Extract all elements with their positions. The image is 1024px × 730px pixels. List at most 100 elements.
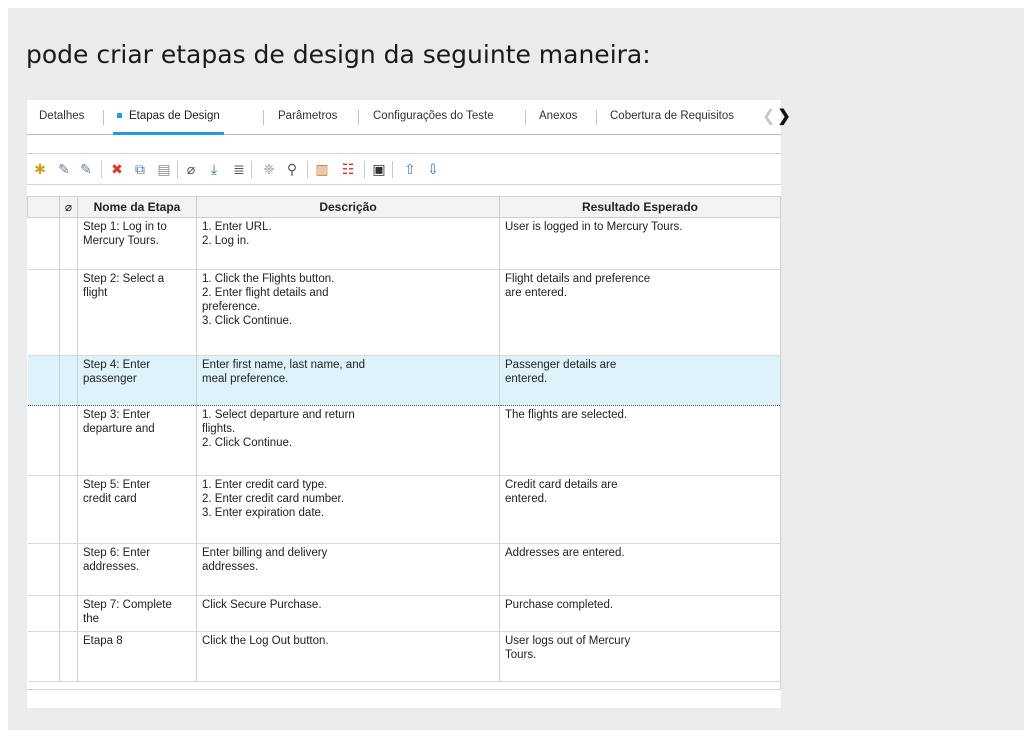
description-cell[interactable]: 1. Enter credit card type. 2. Enter cred…: [196, 475, 500, 544]
tab-requirements-coverage[interactable]: Cobertura de Requisitos: [610, 100, 734, 134]
description-cell[interactable]: 1. Enter URL. 2. Log in.: [196, 217, 500, 270]
column-header-step-name[interactable]: Nome da Etapa: [77, 197, 197, 218]
step-name-cell[interactable]: Step 7: Complete the: [77, 595, 197, 632]
attachment-cell[interactable]: [59, 475, 78, 544]
page-heading: pode criar etapas de design da seguinte …: [26, 40, 651, 69]
toolbar-separator: [177, 161, 178, 178]
step-name-cell[interactable]: Step 2: Select a flight: [77, 269, 197, 356]
scroll-tabs-right-icon[interactable]: ❯: [777, 108, 790, 125]
generate-script-icon[interactable]: ❈: [259, 159, 279, 179]
table-row[interactable]: Step 5: Enter credit card 1. Enter credit…: [27, 475, 781, 544]
attachment-cell[interactable]: [59, 355, 78, 406]
table-row[interactable]: Step 2: Select a flight 1. Click the Flig…: [27, 269, 781, 356]
attachment-cell[interactable]: [59, 631, 78, 682]
test-plan-window: Detalhes Etapas de Design Parâmetros Con…: [27, 100, 791, 708]
step-name-cell[interactable]: Step 1: Log in to Mercury Tours.: [77, 217, 197, 270]
content-panel: pode criar etapas de design da seguinte …: [8, 8, 1024, 730]
tab-details[interactable]: Detalhes: [39, 100, 84, 134]
expected-result-cell[interactable]: User is logged in to Mercury Tours.: [499, 217, 781, 270]
tab-parameters[interactable]: Parâmetros: [278, 100, 337, 134]
column-header-expected-result[interactable]: Resultado Esperado: [499, 197, 781, 218]
tab-label: Configurações do Teste: [373, 110, 494, 122]
attachment-column-header-icon[interactable]: ⌀: [59, 197, 78, 218]
table-row[interactable]: Step 4: Enter passenger Enter first name,…: [27, 355, 781, 406]
expected-result-cell[interactable]: Flight details and preference are entere…: [499, 269, 781, 356]
toolbar-separator: [364, 161, 365, 178]
row-selector-header: [27, 197, 60, 218]
tab-label: Etapas de Design: [129, 110, 220, 122]
tab-scroll-arrows: ❮ ❯: [762, 109, 791, 125]
description-cell[interactable]: 1. Select departure and return flights. …: [196, 405, 500, 476]
expected-result-cell[interactable]: Addresses are entered.: [499, 543, 781, 596]
description-cell[interactable]: Enter first name, last name, and meal pr…: [196, 355, 500, 406]
step-name-cell[interactable]: Step 3: Enter departure and: [77, 405, 197, 476]
row-selector[interactable]: [27, 595, 60, 632]
table-row[interactable]: Step 1: Log in to Mercury Tours. 1. Enter…: [27, 217, 781, 270]
delete-icon[interactable]: ✖: [107, 159, 127, 179]
paste-icon[interactable]: ▤: [154, 159, 174, 179]
scroll-tabs-left-icon[interactable]: ❮: [762, 108, 775, 125]
table-row[interactable]: Etapa 8 Click the Log Out button. User log…: [27, 631, 781, 682]
tab-divider: [596, 110, 597, 125]
tab-label: Cobertura de Requisitos: [610, 110, 735, 122]
call-to-test-icon[interactable]: ⤓: [204, 159, 224, 179]
row-selector[interactable]: [27, 355, 60, 406]
table-row[interactable]: Step 3: Enter departure and 1. Select dep…: [27, 405, 781, 476]
tab-strip: Detalhes Etapas de Design Parâmetros Con…: [27, 100, 791, 135]
attachment-cell[interactable]: [59, 405, 78, 476]
attachment-cell[interactable]: [59, 543, 78, 596]
edit-step-icon[interactable]: ✎: [54, 159, 74, 179]
tab-test-configurations[interactable]: Configurações do Teste: [373, 100, 494, 134]
grid-body: Step 1: Log in to Mercury Tours. 1. Enter…: [27, 217, 781, 682]
row-selector[interactable]: [27, 475, 60, 544]
expected-result-cell[interactable]: User logs out of Mercury Tours.: [499, 631, 781, 682]
table-row[interactable]: Step 6: Enter addresses. Enter billing an…: [27, 543, 781, 596]
attachment-cell[interactable]: [59, 217, 78, 270]
move-up-icon[interactable]: ⇧: [400, 159, 420, 179]
tab-design-steps[interactable]: Etapas de Design: [113, 100, 224, 135]
design-steps-toolbar: ✱ ✎ ✎ ✖ ⧉ ▤ ⌀ ⤓ ≣ ❈ ⚲ ▥ ☷ ▣ ⇧ ⇩: [27, 153, 781, 185]
set-filter-icon[interactable]: ☷: [338, 159, 358, 179]
toolbar-separator: [307, 161, 308, 178]
toolbar-separator: [101, 161, 102, 178]
step-name-cell[interactable]: Step 6: Enter addresses.: [77, 543, 197, 596]
expected-result-cell[interactable]: Purchase completed.: [499, 595, 781, 632]
toolbar-separator: [392, 161, 393, 178]
attachment-cell[interactable]: [59, 595, 78, 632]
tab-label: Anexos: [539, 110, 578, 122]
expected-result-cell[interactable]: Credit card details are entered.: [499, 475, 781, 544]
design-steps-grid: ⌀ Nome da Etapa Descrição Resultado Espe…: [27, 196, 781, 690]
tab-attachments[interactable]: Anexos: [539, 100, 577, 134]
new-step-icon[interactable]: ✱: [30, 159, 50, 179]
step-name-cell[interactable]: Etapa 8: [77, 631, 197, 682]
active-tab-dot: [117, 113, 122, 119]
row-selector[interactable]: [27, 269, 60, 356]
row-selector[interactable]: [27, 631, 60, 682]
insert-parameter-icon[interactable]: ≣: [229, 159, 249, 179]
description-cell[interactable]: 1. Click the Flights button. 2. Enter fl…: [196, 269, 500, 356]
column-header-description[interactable]: Descrição: [196, 197, 500, 218]
active-tab-indicator: [113, 132, 224, 135]
expected-result-cell[interactable]: Passenger details are entered.: [499, 355, 781, 406]
expected-result-cell[interactable]: The flights are selected.: [499, 405, 781, 476]
copy-icon[interactable]: ⧉: [130, 159, 150, 179]
description-cell[interactable]: Click the Log Out button.: [196, 631, 500, 682]
row-selector[interactable]: [27, 543, 60, 596]
tab-divider: [263, 110, 264, 125]
renumber-steps-icon[interactable]: ✎: [76, 159, 96, 179]
save-icon[interactable]: ▣: [369, 159, 389, 179]
row-selector[interactable]: [27, 217, 60, 270]
step-name-cell[interactable]: Step 5: Enter credit card: [77, 475, 197, 544]
find-icon[interactable]: ⚲: [282, 159, 302, 179]
row-selector[interactable]: [27, 405, 60, 476]
step-name-cell[interactable]: Step 4: Enter passenger: [77, 355, 197, 406]
attachment-icon[interactable]: ⌀: [181, 159, 201, 179]
tab-label: Detalhes: [39, 110, 85, 122]
move-down-icon[interactable]: ⇩: [423, 159, 443, 179]
description-cell[interactable]: Enter billing and delivery addresses.: [196, 543, 500, 596]
attachment-cell[interactable]: [59, 269, 78, 356]
table-row[interactable]: Step 7: Complete the Click Secure Purchas…: [27, 595, 781, 632]
toolbar-separator: [251, 161, 252, 178]
select-columns-icon[interactable]: ▥: [312, 159, 332, 179]
description-cell[interactable]: Click Secure Purchase.: [196, 595, 500, 632]
